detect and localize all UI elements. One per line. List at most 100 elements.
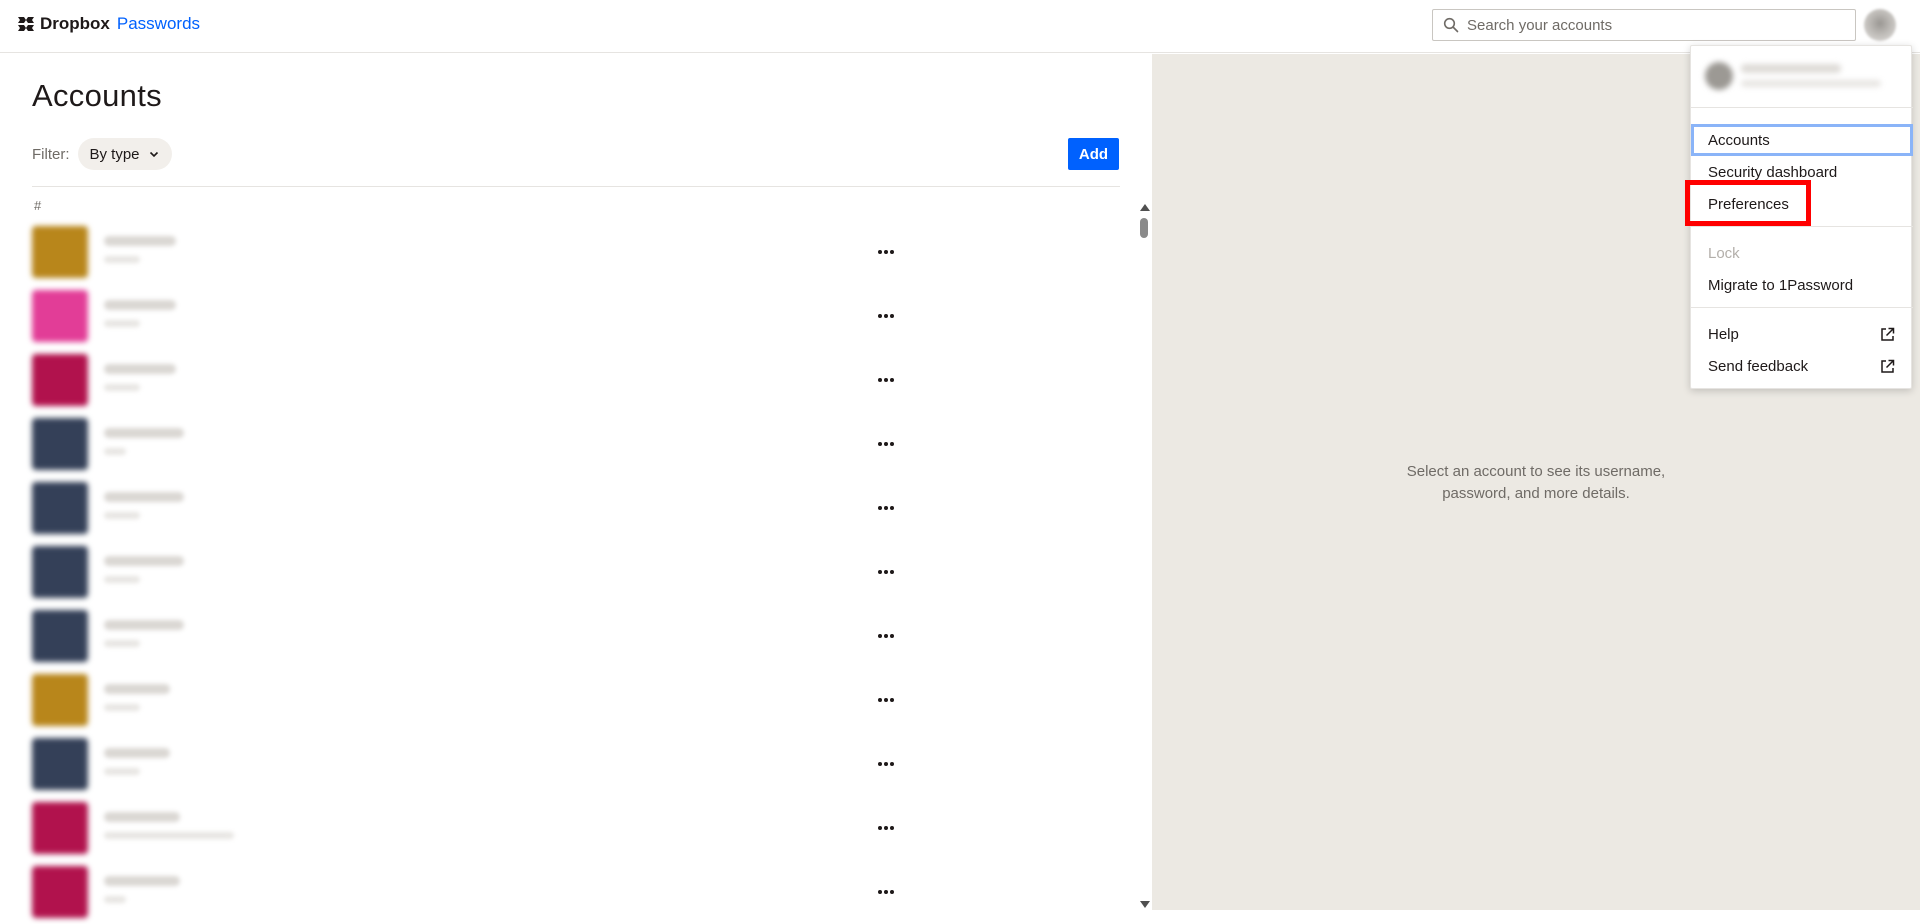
scrollbar[interactable] [1138,198,1150,910]
account-avatar-button[interactable] [1864,9,1896,41]
account-name-redacted [104,492,184,502]
menu-item-migrate[interactable]: Migrate to 1Password [1691,269,1913,301]
account-icon [32,802,88,854]
more-options-icon[interactable] [870,430,902,458]
account-icon [32,546,88,598]
account-icon [32,866,88,918]
more-options-icon[interactable] [870,494,902,522]
account-icon [32,482,88,534]
account-icon [32,738,88,790]
empty-state-message: Select an account to see its username, p… [1152,461,1920,505]
account-username-redacted [104,384,140,391]
divider [32,186,1120,187]
page-title: Accounts [32,78,162,113]
filter-row: Filter: By type [32,138,172,170]
account-icon [32,290,88,342]
brand-logo-link[interactable]: Dropbox Passwords [18,14,200,34]
account-username-redacted [104,320,140,327]
more-options-icon[interactable] [870,622,902,650]
more-options-icon[interactable] [870,238,902,266]
menu-item-preferences[interactable]: Preferences [1691,188,1913,220]
account-name-redacted [104,300,176,310]
account-name-redacted [104,428,184,438]
list-item[interactable] [32,412,1122,476]
profile-name-redacted [1741,64,1841,73]
filter-value: By type [89,145,140,163]
top-bar: Dropbox Passwords [0,0,1920,53]
list-item[interactable] [32,796,1122,860]
account-username-redacted [104,640,140,647]
account-username-redacted [104,896,126,903]
account-icon [32,354,88,406]
account-name-redacted [104,236,176,246]
menu-item-label: Security dashboard [1708,163,1838,181]
brand-dropbox-text: Dropbox [40,14,110,33]
more-options-icon[interactable] [870,366,902,394]
menu-item-label: Accounts [1708,131,1770,149]
list-item[interactable] [32,732,1122,796]
accounts-panel: Accounts Filter: By type Add # [0,54,1152,918]
account-name-redacted [104,364,176,374]
list-item[interactable] [32,604,1122,668]
search-box[interactable] [1432,9,1856,41]
list-item[interactable] [32,668,1122,732]
account-username-redacted [104,448,126,455]
scroll-down-arrow-icon[interactable] [1140,901,1150,908]
list-item[interactable] [32,476,1122,540]
account-username-redacted [104,576,140,583]
account-username-redacted [104,768,140,775]
external-link-icon [1881,359,1895,373]
menu-item-label: Migrate to 1Password [1708,276,1854,294]
account-username-redacted [104,512,140,519]
menu-item-help[interactable]: Help [1691,318,1913,350]
scrollbar-thumb[interactable] [1140,218,1148,238]
empty-state-line-1: Select an account to see its username, [1406,463,1666,480]
menu-divider [1691,307,1913,308]
more-options-icon[interactable] [870,750,902,778]
brand-passwords-text: Passwords [116,14,201,33]
account-icon [32,610,88,662]
filter-dropdown[interactable]: By type [77,138,172,170]
add-button[interactable]: Add [1068,138,1119,170]
dropbox-logo-icon [18,17,34,31]
list-item[interactable] [32,860,1122,924]
menu-item-security-dashboard[interactable]: Security dashboard [1691,156,1913,188]
account-name-redacted [104,684,170,694]
menu-item-lock: Lock [1691,237,1913,269]
account-username-redacted [104,704,140,711]
empty-state-line-2: password, and more details. [1442,485,1630,502]
profile-email-redacted [1741,80,1881,87]
search-input[interactable] [1467,16,1855,34]
menu-item-accounts[interactable]: Accounts [1691,124,1913,156]
account-icon [32,418,88,470]
account-name-redacted [104,556,184,566]
list-item[interactable] [32,348,1122,412]
menu-profile [1691,46,1913,108]
account-name-redacted [104,812,180,822]
menu-item-send-feedback[interactable]: Send feedback [1691,350,1913,382]
menu-item-label: Preferences [1708,195,1789,213]
account-name-redacted [104,876,180,886]
more-options-icon[interactable] [870,302,902,330]
chevron-down-icon [149,151,158,158]
external-link-icon [1881,327,1895,341]
account-menu: Accounts Security dashboard Preferences … [1690,45,1913,389]
list-item[interactable] [32,220,1122,284]
search-icon [1443,17,1459,33]
menu-item-label: Lock [1708,244,1740,262]
accounts-list [32,220,1122,924]
scroll-up-arrow-icon[interactable] [1140,204,1150,211]
menu-item-label: Help [1708,325,1739,343]
more-options-icon[interactable] [870,814,902,842]
more-options-icon[interactable] [870,686,902,714]
more-options-icon[interactable] [870,878,902,906]
list-item[interactable] [32,540,1122,604]
avatar [1705,62,1733,90]
list-item[interactable] [32,284,1122,348]
more-options-icon[interactable] [870,558,902,586]
group-header: # [34,198,42,213]
account-name-redacted [104,748,170,758]
account-icon [32,226,88,278]
menu-divider [1691,226,1913,227]
account-name-redacted [104,620,184,630]
